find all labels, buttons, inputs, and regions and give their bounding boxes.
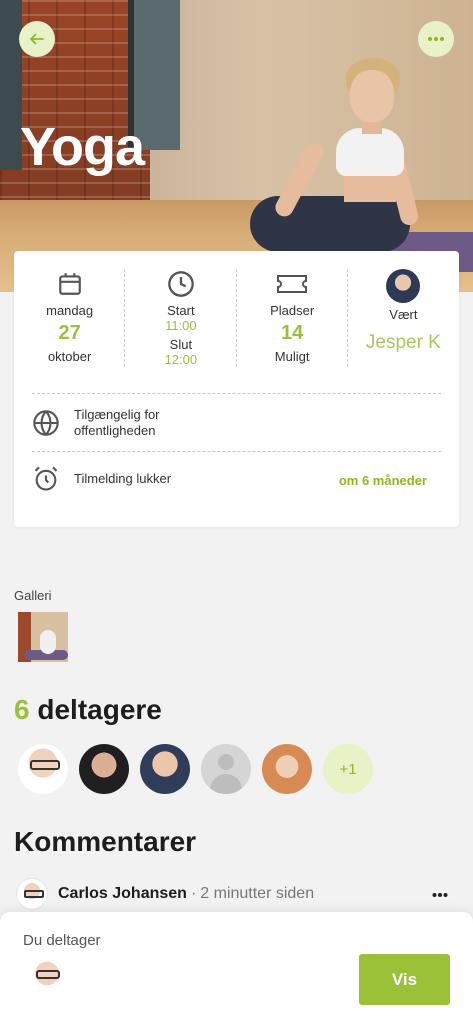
registration-deadline: om 6 måneder: [338, 473, 427, 488]
alarm-clock-icon: [34, 466, 58, 491]
comment-author[interactable]: Carlos Johansen: [58, 885, 187, 903]
figure-body: [344, 172, 396, 202]
ticket-icon: [277, 275, 308, 293]
more-horizontal-icon: [432, 893, 448, 897]
event-info-card: mandag 27 oktober Start 11:00 Slut 12:00…: [14, 251, 459, 527]
participants-heading: 6 deltagere: [14, 694, 162, 726]
figure-top: [336, 128, 404, 176]
divider: [32, 451, 441, 452]
seats-sub-label: Muligt: [274, 349, 310, 364]
seats-label: Pladser: [270, 303, 315, 318]
comments-heading: Kommentarer: [14, 826, 197, 857]
bottom-sheet: Du deltager Vis: [0, 912, 473, 1024]
avatar[interactable]: [140, 744, 190, 794]
gallery-label: Galleri: [14, 588, 52, 603]
visibility-row: Tilgængelig for offentligheden: [32, 407, 224, 439]
comment-more-button[interactable]: [432, 882, 448, 903]
seats-value: 14: [281, 322, 304, 344]
avatar[interactable]: [16, 878, 48, 910]
attending-label: Du deltager: [23, 932, 101, 949]
end-time: 12:00: [164, 352, 198, 367]
comment-separator: ·: [190, 885, 197, 902]
host-avatar[interactable]: [386, 269, 421, 303]
hero-image: Yoga: [0, 0, 473, 292]
more-participants-button[interactable]: +1: [323, 744, 373, 794]
avatar-placeholder-icon[interactable]: [201, 744, 251, 794]
host-column[interactable]: Vært Jesper K: [348, 251, 459, 379]
avatar: [28, 956, 66, 1002]
more-options-button[interactable]: [418, 21, 454, 57]
weekday-label: mandag: [46, 303, 94, 318]
seats-column: Pladser 14 Muligt: [237, 251, 349, 379]
comment-time: 2 minutter siden: [200, 885, 315, 902]
back-button[interactable]: [19, 21, 55, 57]
participants-label: deltagere: [37, 694, 162, 725]
figure-head: [350, 70, 394, 122]
comment-item: Carlos Johansen · 2 minutter siden: [16, 878, 456, 910]
view-button[interactable]: Vis: [359, 954, 450, 1005]
start-label: Start: [167, 303, 195, 318]
more-horizontal-icon: [428, 37, 444, 41]
end-label: Slut: [169, 337, 193, 352]
start-time: 11:00: [165, 318, 197, 333]
avatar[interactable]: [262, 744, 312, 794]
registration-text: Tilmelding lukker: [74, 471, 172, 486]
avatar[interactable]: [79, 744, 129, 794]
calendar-icon: [58, 273, 81, 295]
figure-legs: [250, 196, 410, 252]
day-number: 27: [58, 322, 81, 344]
date-column: mandag 27 oktober: [14, 251, 126, 379]
participants-avatars: +1: [18, 744, 384, 794]
month-label: oktober: [47, 349, 92, 364]
avatar[interactable]: [18, 744, 68, 794]
divider: [32, 393, 441, 394]
registration-row: Tilmelding lukker: [32, 465, 171, 493]
gallery-thumbnail[interactable]: [18, 612, 68, 662]
clock-icon: [168, 271, 194, 297]
visibility-text: Tilgængelig for offentligheden: [74, 407, 160, 438]
participants-count: 6: [14, 694, 30, 725]
host-name[interactable]: Jesper K: [366, 332, 441, 354]
globe-icon: [33, 410, 59, 437]
time-column: Start 11:00 Slut 12:00: [125, 251, 237, 379]
arrow-left-icon: [30, 33, 44, 45]
window-frame: [0, 0, 22, 170]
host-label: Vært: [389, 307, 418, 322]
page-title: Yoga: [20, 117, 145, 177]
